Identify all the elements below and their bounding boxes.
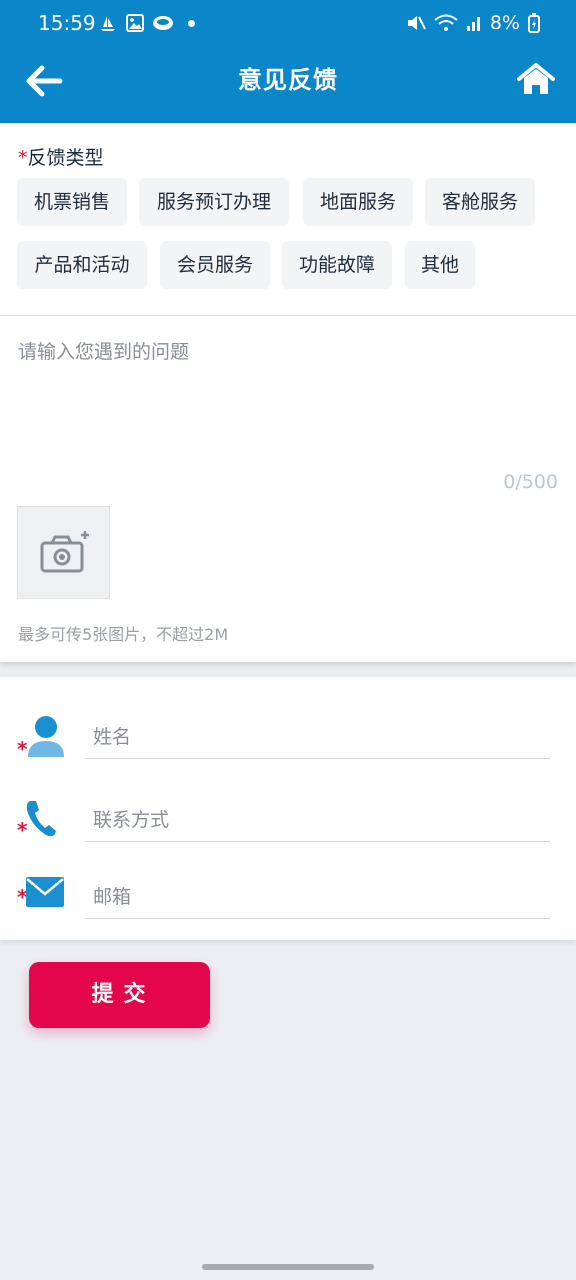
camera-add-icon <box>40 531 89 573</box>
submit-button[interactable]: 提交 <box>29 962 210 1028</box>
email-input[interactable]: 邮箱 <box>85 875 550 919</box>
home-gesture-bar[interactable] <box>202 1264 374 1270</box>
notification-image-icon <box>126 14 144 32</box>
problem-textarea[interactable]: 请输入您遇到的问题 <box>18 337 189 364</box>
chip-other[interactable]: 其他 <box>405 241 475 289</box>
notification-dot-icon <box>188 19 195 27</box>
home-icon <box>517 63 555 94</box>
battery-charging-icon <box>528 13 540 33</box>
mail-icon <box>26 877 64 907</box>
chip-function-fault[interactable]: 功能故障 <box>282 241 392 289</box>
status-time: 15:59 <box>38 11 96 35</box>
battery-percent: 8% <box>489 12 520 34</box>
chip-ground-service[interactable]: 地面服务 <box>303 178 413 226</box>
chip-products-activities[interactable]: 产品和活动 <box>17 241 147 289</box>
wifi-icon <box>434 14 458 31</box>
notification-ship-icon <box>101 16 115 31</box>
divider <box>0 315 576 316</box>
required-mark: * <box>18 147 28 169</box>
feedback-type-label: *反馈类型 <box>18 147 104 169</box>
chip-booking-service[interactable]: 服务预订办理 <box>139 178 289 226</box>
char-counter: 0/500 <box>503 471 558 493</box>
photo-hint: 最多可传5张图片，不超过2M <box>18 625 229 644</box>
name-input[interactable]: 姓名 <box>85 715 550 759</box>
add-photo-button[interactable] <box>17 506 110 599</box>
contact-card: * 姓名 * 联系方式 * 邮箱 <box>0 677 576 940</box>
notification-app-icon <box>153 16 173 30</box>
person-icon <box>28 716 64 757</box>
chip-ticket-sales[interactable]: 机票销售 <box>17 178 127 226</box>
phone-icon <box>26 801 56 837</box>
status-bar: 15:59 8% <box>0 0 576 46</box>
app-header: 15:59 8% 意见反馈 <box>0 0 576 123</box>
feedback-card: *反馈类型 机票销售 服务预订办理 地面服务 客舱服务 产品和活动 会员服务 功… <box>0 123 576 662</box>
chip-member-service[interactable]: 会员服务 <box>160 241 270 289</box>
mute-icon <box>407 16 426 30</box>
home-button[interactable] <box>516 60 556 100</box>
page-title: 意见反馈 <box>238 66 338 94</box>
phone-input[interactable]: 联系方式 <box>85 798 550 842</box>
chip-cabin-service[interactable]: 客舱服务 <box>425 178 535 226</box>
signal-icon <box>466 17 480 31</box>
